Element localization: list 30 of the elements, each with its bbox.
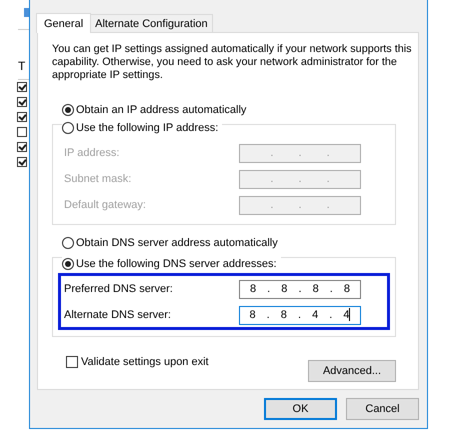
checkbox[interactable] (17, 82, 27, 92)
radio-button[interactable] (62, 258, 74, 270)
advanced-button[interactable]: Advanced... (308, 360, 396, 382)
radio-label[interactable]: Use the following IP address: (76, 122, 218, 134)
ip-address-field[interactable]: 8 . 8 . 4 . 4 (239, 306, 361, 324)
tab[interactable]: Alternate Configuration (90, 14, 213, 32)
checkbox-label[interactable]: Validate settings upon exit (81, 356, 209, 368)
description-text: You can get IP settings assigned automatically if your network supports this capability. Otherwise, you need to ask your network administrator for the appropriate IP settings. (52, 43, 412, 82)
field-label: Preferred DNS server: (64, 283, 174, 295)
checkbox[interactable] (66, 356, 78, 368)
tab[interactable]: General (36, 13, 92, 33)
radio-button[interactable] (62, 104, 74, 116)
radio-button[interactable] (62, 122, 74, 134)
field-label: Default gateway: (64, 199, 147, 211)
ip-address-field[interactable]: 8 . 8 . 8 . 8 (239, 280, 361, 298)
radio-label[interactable]: Obtain an IP address automatically (76, 104, 246, 116)
radio-label[interactable]: Obtain DNS server address automatically (76, 237, 278, 249)
checkbox[interactable] (17, 142, 27, 152)
dialog-button[interactable]: OK (264, 398, 337, 420)
checkbox[interactable] (17, 112, 27, 122)
checkbox[interactable] (17, 157, 27, 167)
field-label: IP address: (64, 147, 120, 159)
dialog-button[interactable]: Cancel (346, 398, 419, 420)
section-heading: T (18, 59, 26, 73)
field-label: Alternate DNS server: (64, 309, 172, 321)
checkbox[interactable] (17, 97, 27, 107)
radio-label[interactable]: Use the following DNS server addresses: (76, 258, 277, 270)
field-label: Subnet mask: (64, 173, 132, 185)
checkbox[interactable] (17, 127, 27, 137)
radio-button[interactable] (62, 237, 74, 249)
